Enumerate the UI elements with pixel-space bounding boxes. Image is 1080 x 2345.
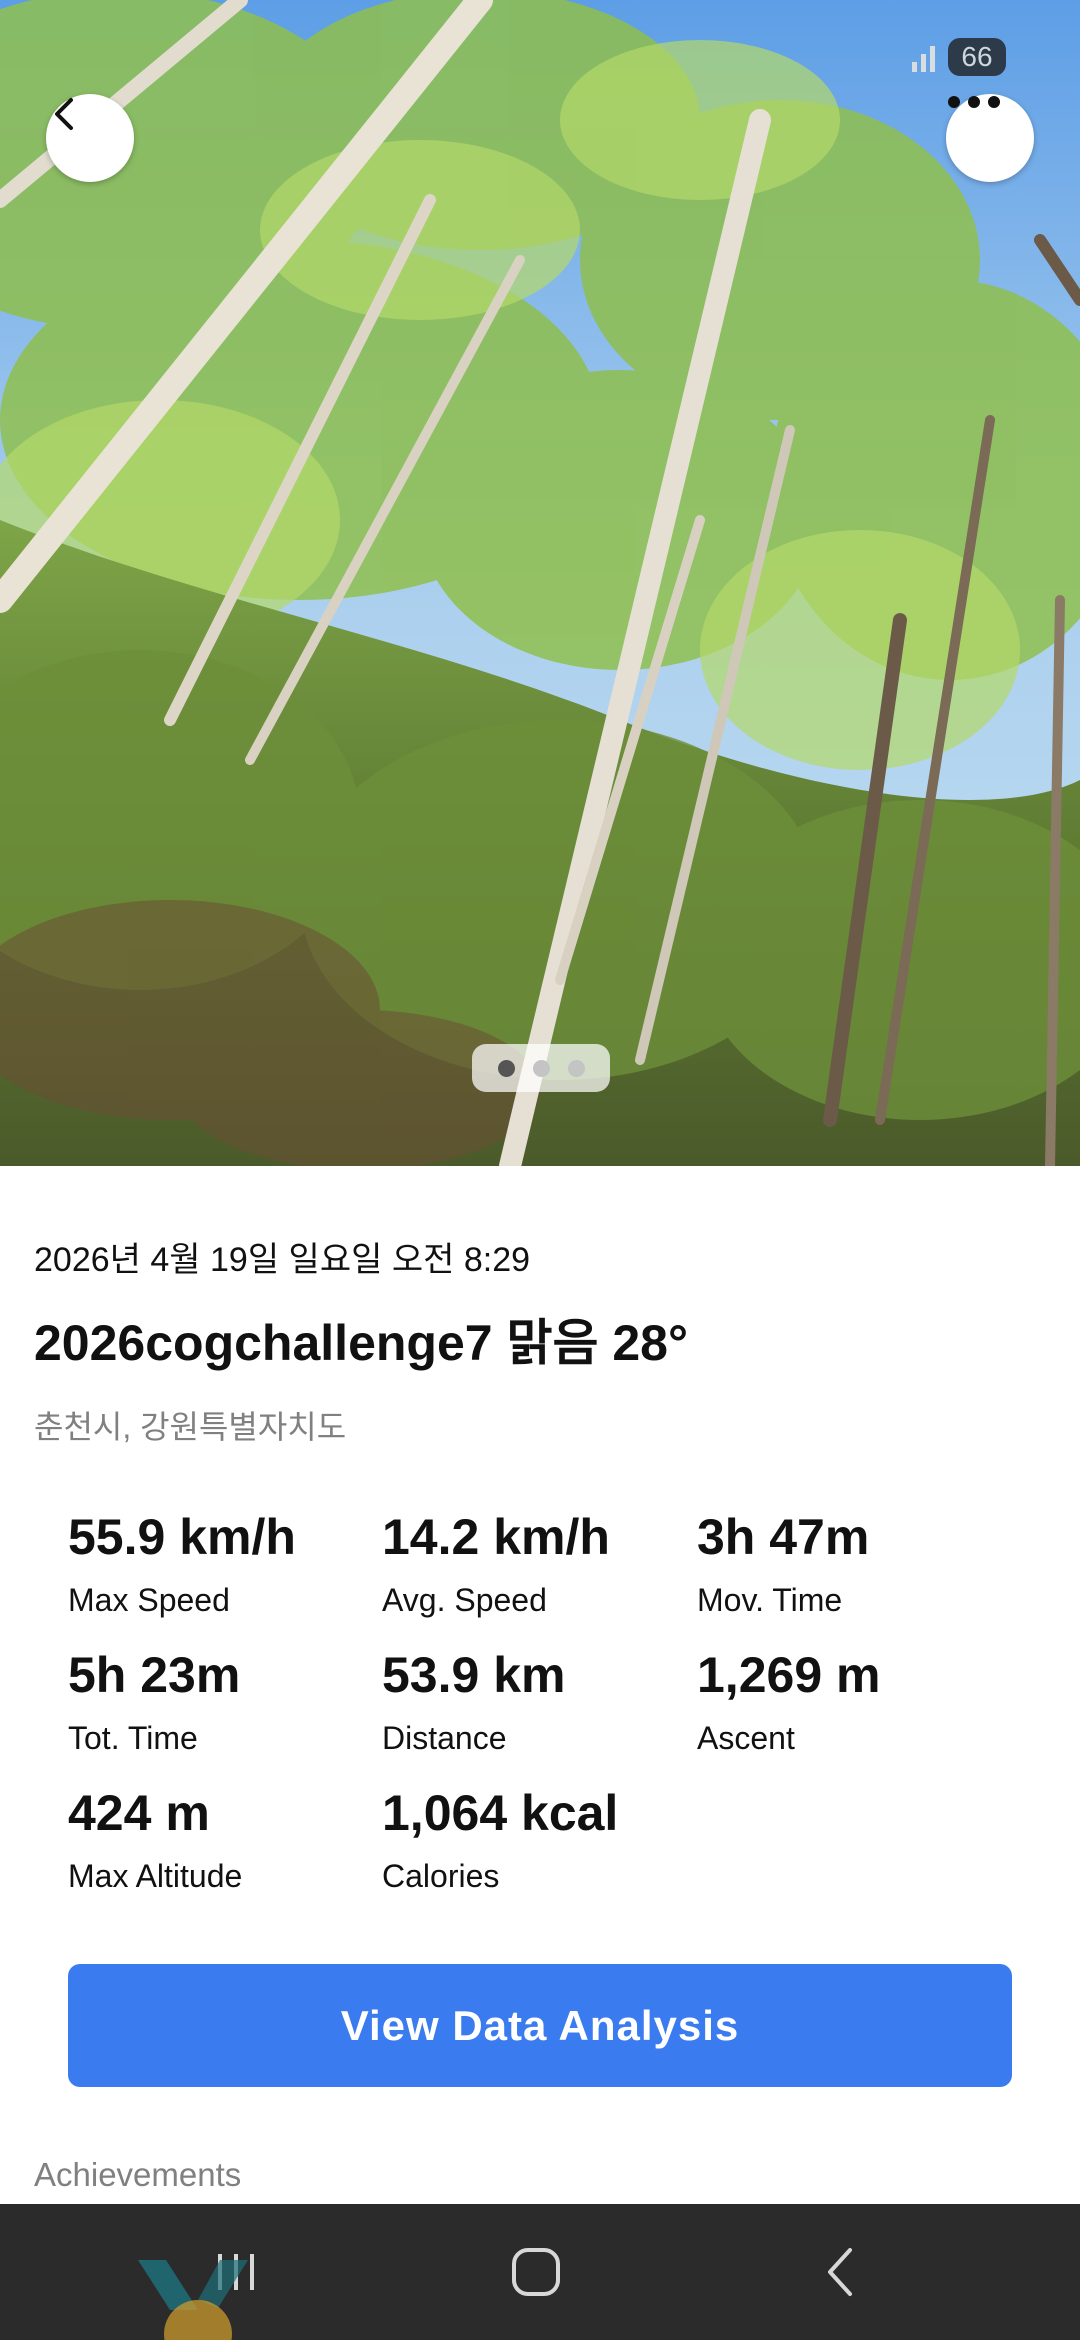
activity-date: 2026년 4월 19일 일요일 오전 8:29	[34, 1241, 531, 1279]
stat-value: 14.2 km/h	[382, 1509, 610, 1565]
stat-value: 3h 47m	[697, 1509, 870, 1565]
achievements-heading: Achievements	[34, 2156, 242, 2193]
stat-label: Distance	[382, 1720, 507, 1756]
home-button[interactable]	[480, 2204, 592, 2340]
stat-label: Avg. Speed	[382, 1582, 547, 1618]
achievement-medal-icon	[138, 2260, 258, 2345]
stat-avg-speed: 14.2 km/h Avg. Speed	[382, 1512, 692, 1619]
stat-label: Ascent	[697, 1720, 795, 1756]
activity-photo[interactable]: 66	[0, 0, 1080, 1166]
carousel-dot[interactable]	[567, 1059, 585, 1077]
chevron-left-icon	[55, 98, 73, 130]
activity-title: 2026cogchallenge7 맑음 28°	[34, 1315, 688, 1371]
stat-label: Mov. Time	[697, 1582, 843, 1618]
stat-label: Tot. Time	[68, 1720, 198, 1756]
stat-value: 55.9 km/h	[68, 1509, 296, 1565]
activity-location: 춘천시, 강원특별자치도	[34, 1409, 347, 1445]
stat-label: Calories	[382, 1858, 500, 1894]
carousel-indicator[interactable]	[472, 1044, 610, 1092]
stat-value: 5h 23m	[68, 1647, 241, 1703]
nav-back-button[interactable]	[784, 2204, 896, 2340]
carousel-dot[interactable]	[497, 1059, 515, 1077]
battery-indicator: 66	[948, 38, 1006, 76]
back-icon	[828, 2248, 852, 2296]
stat-value: 424 m	[68, 1785, 210, 1841]
stat-label: Max Speed	[68, 1582, 230, 1618]
stat-total-time: 5h 23m Tot. Time	[68, 1650, 378, 1757]
stat-ascent: 1,269 m Ascent	[697, 1650, 1007, 1757]
stat-max-speed: 55.9 km/h Max Speed	[68, 1512, 378, 1619]
stat-value: 1,064 kcal	[382, 1785, 619, 1841]
carousel-dot[interactable]	[532, 1059, 550, 1077]
stat-label: Max Altitude	[68, 1858, 243, 1894]
back-button[interactable]	[46, 94, 134, 182]
stat-max-altitude: 424 m Max Altitude	[68, 1788, 378, 1895]
stat-moving-time: 3h 47m Mov. Time	[697, 1512, 1007, 1619]
view-data-analysis-button[interactable]: View Data Analysis	[68, 1964, 1012, 2087]
stat-value: 1,269 m	[697, 1647, 881, 1703]
home-icon	[512, 2248, 560, 2296]
stat-distance: 53.9 km Distance	[382, 1650, 692, 1757]
stat-value: 53.9 km	[382, 1647, 566, 1703]
more-options-button[interactable]	[946, 94, 1034, 182]
more-horizontal-icon	[948, 96, 1000, 108]
stat-calories: 1,064 kcal Calories	[382, 1788, 692, 1895]
forest-photo	[0, 0, 1080, 1166]
